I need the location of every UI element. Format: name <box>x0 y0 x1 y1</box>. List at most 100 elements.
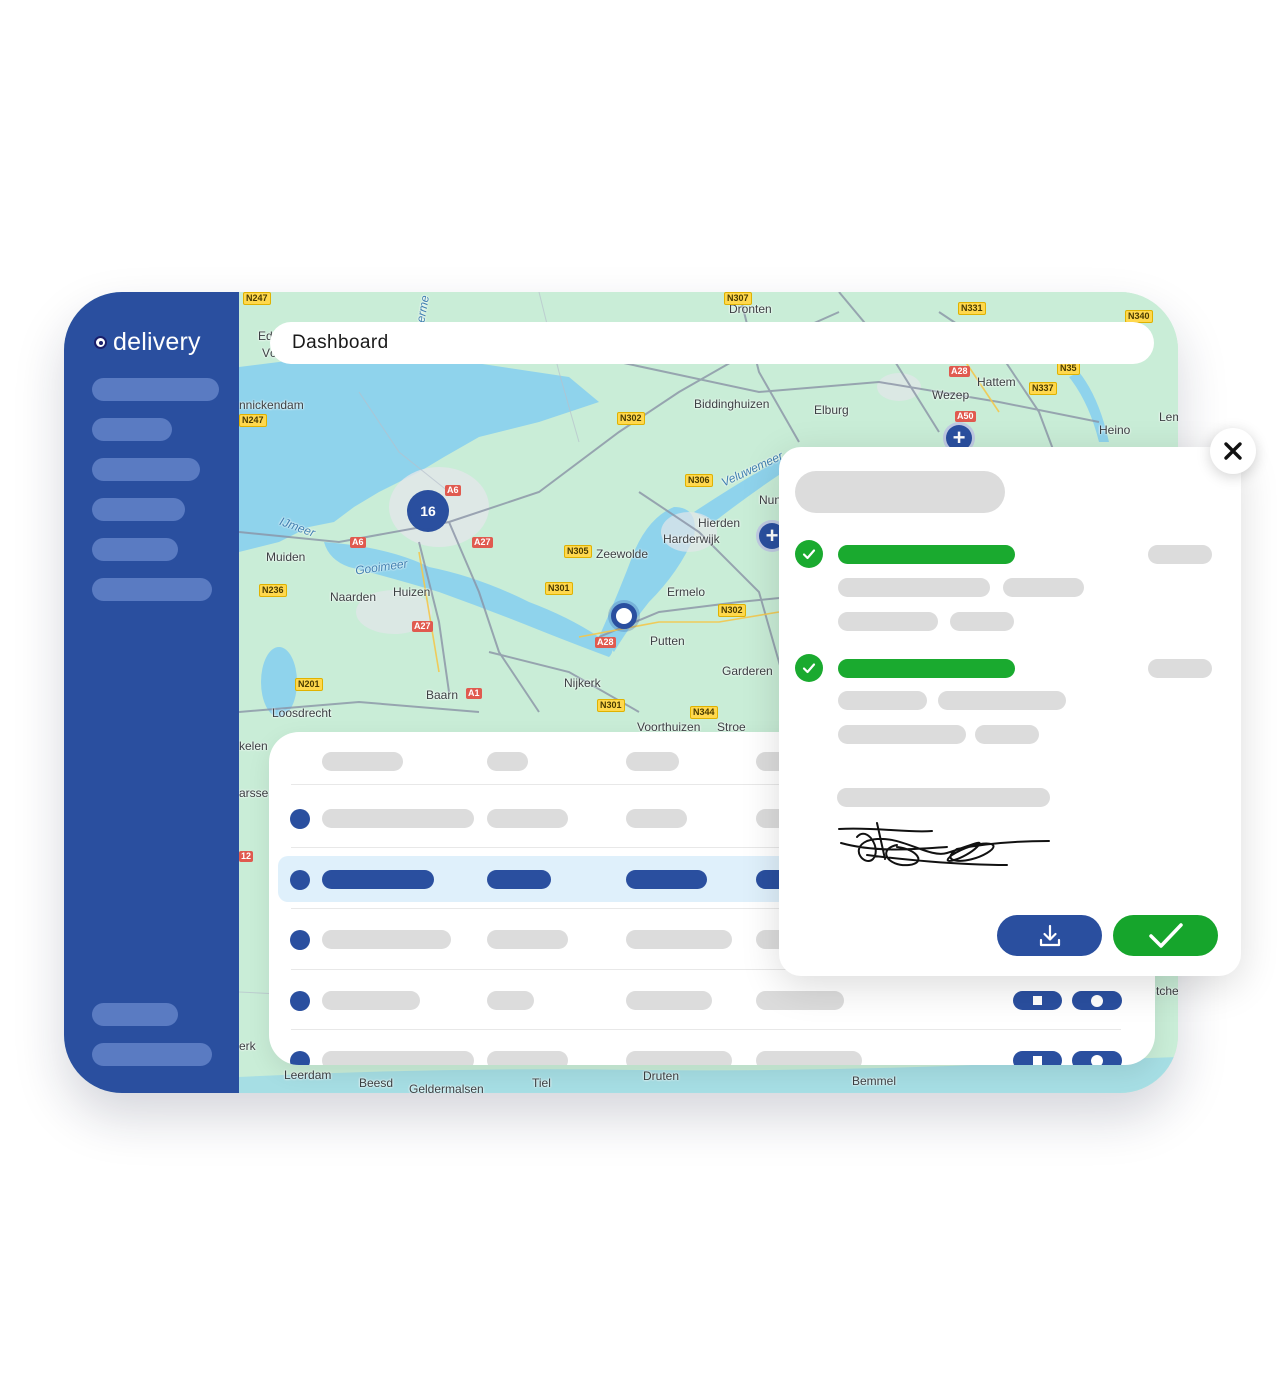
row-status-dot <box>290 991 310 1011</box>
row-2-cell-2 <box>487 870 551 889</box>
row-5-cell-2 <box>487 1051 568 1065</box>
shield-n201: N201 <box>295 678 323 691</box>
row-4-stop-button[interactable] <box>1013 991 1062 1010</box>
plus-icon: + <box>765 523 779 548</box>
map-label-ermelo: Ermelo <box>667 585 706 599</box>
row-5-stop-button[interactable] <box>1013 1051 1062 1065</box>
step-1-time <box>1148 545 1212 564</box>
map-label-hattem: Hattem <box>977 375 1016 389</box>
shield-n247: N247 <box>239 414 267 427</box>
column-header-3 <box>626 752 679 771</box>
map-label-geldermalsen: Geldermalsen <box>409 1082 484 1093</box>
shield-n305: N305 <box>564 545 592 558</box>
check-icon <box>802 663 816 674</box>
row-5-cell-1 <box>322 1051 474 1065</box>
shield-n301: N301 <box>545 582 573 595</box>
step-2-detail-b <box>938 691 1066 710</box>
sidebar-item-1[interactable] <box>92 378 219 401</box>
sidebar-footer-item-2[interactable] <box>92 1043 212 1066</box>
row-status-dot <box>290 930 310 950</box>
shield-n247-top: N247 <box>243 292 271 305</box>
step-2-detail-d <box>975 725 1039 744</box>
row-1-cell-2 <box>487 809 568 828</box>
sidebar-item-3[interactable] <box>92 458 200 481</box>
close-icon <box>1224 442 1242 460</box>
row-1-cell-1 <box>322 809 474 828</box>
check-icon <box>802 549 816 560</box>
map-label-lem: Lem <box>1159 410 1178 424</box>
sidebar-item-6[interactable] <box>92 578 212 601</box>
download-icon <box>1039 924 1060 946</box>
record-icon <box>1091 994 1103 1007</box>
map-label-nun: Nun <box>759 493 782 507</box>
close-button[interactable] <box>1210 428 1256 474</box>
shield-a28-top: A28 <box>949 366 970 377</box>
row-4-record-button[interactable] <box>1072 991 1122 1010</box>
row-status-dot <box>290 809 310 829</box>
shield-a1: A1 <box>466 688 482 699</box>
row-2-cell-3 <box>626 870 707 889</box>
sidebar-item-5[interactable] <box>92 538 178 561</box>
signature-image <box>838 822 1050 867</box>
logo[interactable]: delivery <box>94 328 201 357</box>
checkmark-icon <box>1148 922 1183 948</box>
row-4-cell-2 <box>487 991 534 1010</box>
shield-n307: N307 <box>724 292 752 305</box>
plus-icon: + <box>952 425 966 450</box>
step-2-detail-a <box>838 691 927 710</box>
shield-a28: A28 <box>595 637 616 648</box>
map-label-tche: tche <box>1156 984 1178 998</box>
step-1-detail-b <box>1003 578 1084 597</box>
shield-12: 12 <box>239 851 254 862</box>
row-divider <box>291 1029 1121 1030</box>
column-header-1 <box>322 752 403 771</box>
stop-icon <box>1033 996 1042 1005</box>
map-label-putten: Putten <box>650 634 685 648</box>
step-1-detail-c <box>838 612 938 631</box>
map-label-bemmel: Bemmel <box>852 1074 897 1088</box>
map-label-huizen: Huizen <box>393 585 431 599</box>
map-label-erk: erk <box>239 1039 256 1053</box>
map-label-leerdam: Leerdam <box>284 1068 332 1082</box>
row-4-cell-4 <box>756 991 844 1010</box>
panel-title-placeholder <box>795 471 1005 513</box>
shield-n302: N302 <box>718 604 746 617</box>
download-button[interactable] <box>997 915 1102 956</box>
row-3-cell-3 <box>626 930 732 949</box>
row-5-cell-3 <box>626 1051 732 1065</box>
map-label-nickendam: nnickendam <box>239 398 304 412</box>
step-1-title <box>838 545 1015 564</box>
step-2-time <box>1148 659 1212 678</box>
map-label-elburg: Elburg <box>814 403 849 417</box>
step-2-title <box>838 659 1015 678</box>
map-label-muiden: Muiden <box>266 550 306 564</box>
row-4-cell-1 <box>322 991 420 1010</box>
page-title: Dashboard <box>292 332 389 353</box>
row-5-record-button[interactable] <box>1072 1051 1122 1065</box>
sidebar: delivery <box>64 292 239 1093</box>
step-1-check <box>795 540 823 568</box>
shield-n301-b: N301 <box>597 699 625 712</box>
shield-a27-b: A27 <box>412 621 433 632</box>
map-label-naarden: Naarden <box>330 590 377 604</box>
stop-icon <box>1033 1056 1042 1065</box>
step-1-detail-a <box>838 578 990 597</box>
column-header-2 <box>487 752 528 771</box>
shield-n337: N337 <box>1029 382 1057 395</box>
map-label-harderwijk: Harderwijk <box>663 532 720 546</box>
brand-name: delivery <box>113 328 201 356</box>
shield-a27: A27 <box>472 537 493 548</box>
shield-a6-b: A6 <box>350 537 366 548</box>
map-cluster-marker[interactable]: 16 <box>407 490 449 532</box>
confirm-button[interactable] <box>1113 915 1218 956</box>
row-3-cell-1 <box>322 930 451 949</box>
sidebar-item-2[interactable] <box>92 418 172 441</box>
map-location-marker[interactable] <box>611 603 637 629</box>
map-label-biddinghuizen: Biddinghuizen <box>694 397 770 411</box>
shield-n344: N344 <box>690 706 718 719</box>
sidebar-footer-item-1[interactable] <box>92 1003 178 1026</box>
sidebar-item-4[interactable] <box>92 498 185 521</box>
signature-label <box>837 788 1050 807</box>
logo-icon <box>94 336 107 349</box>
shield-a6: A6 <box>445 485 461 496</box>
